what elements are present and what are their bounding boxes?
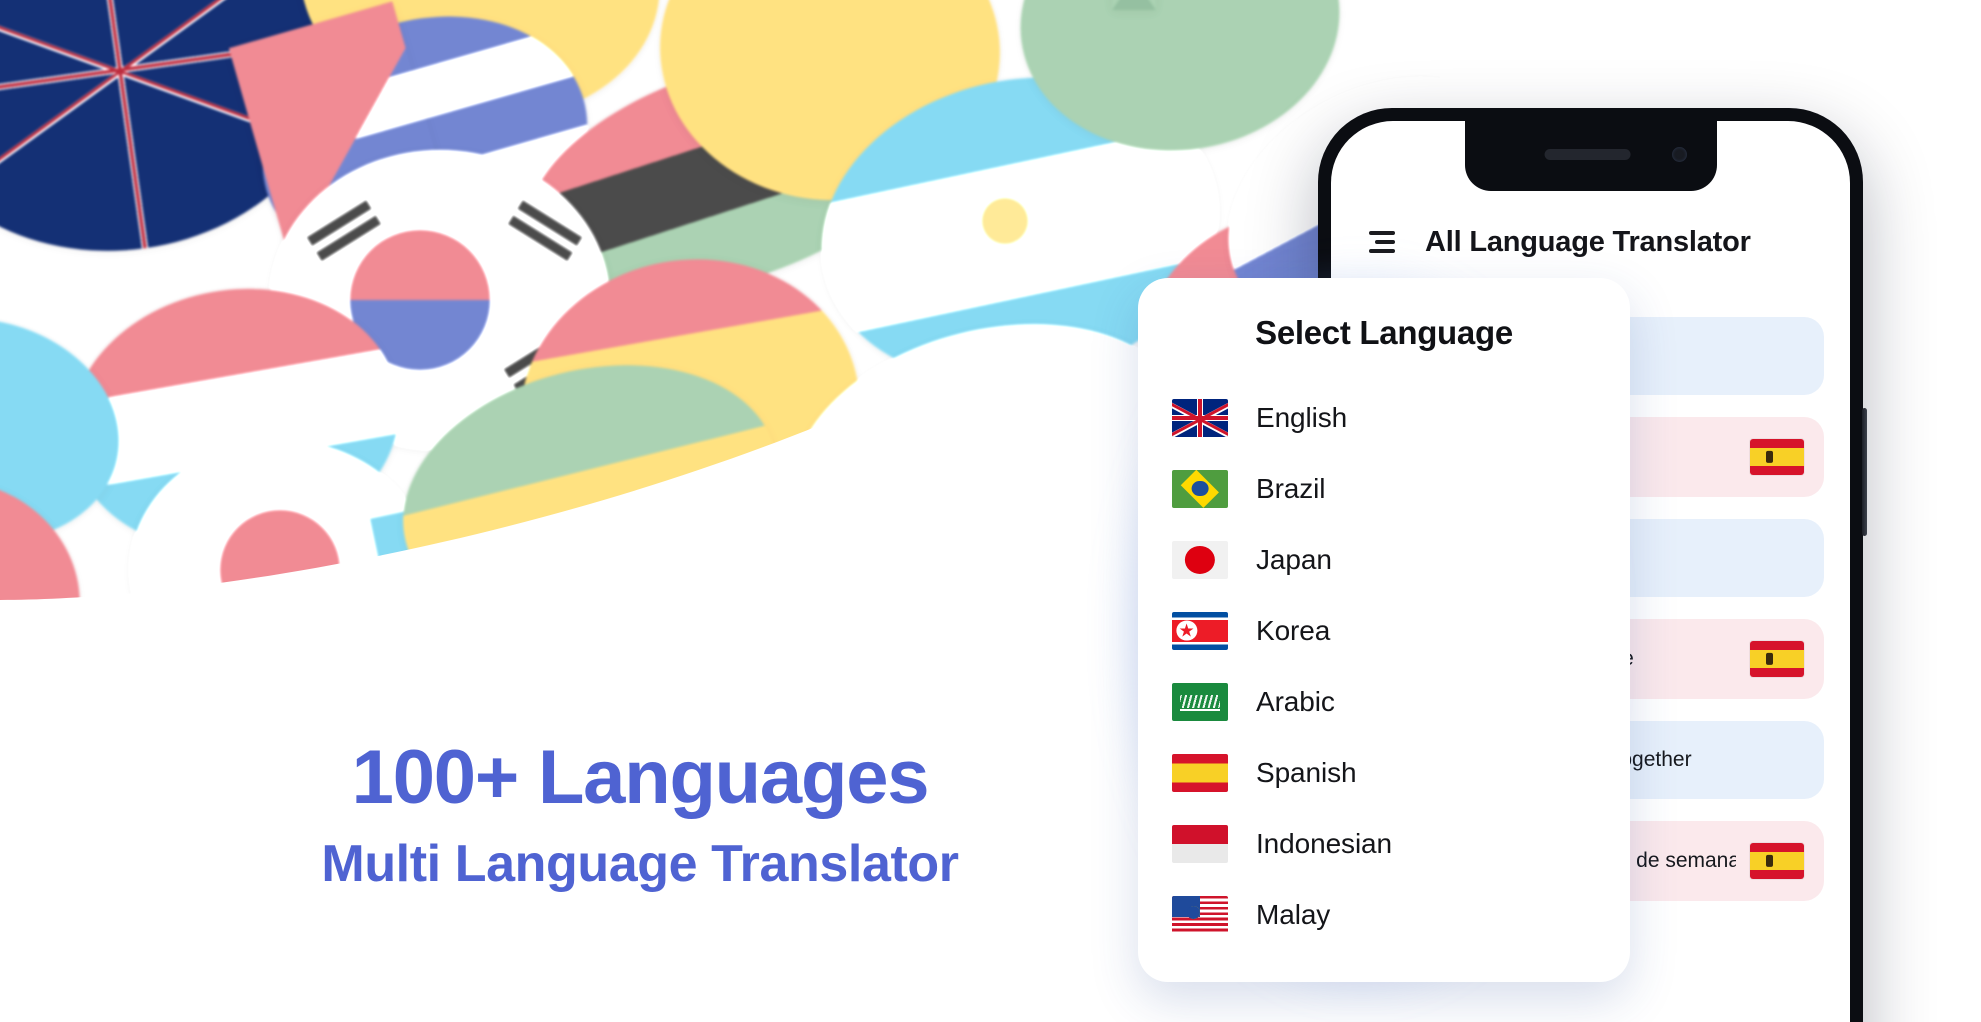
language-label: Indonesian [1256,827,1393,859]
saudi-arabia-flag-icon [1172,682,1228,721]
headline-secondary: Multi Language Translator [321,834,959,893]
language-label: Brazil [1256,472,1326,504]
dialog-title: Select Language [1255,314,1513,351]
headline-block: 100+ Languages Multi Language Translator [0,736,1280,894]
spain-flag-icon [1750,439,1804,475]
language-label: English [1256,401,1348,433]
speaker-grill [1544,149,1631,160]
hamburger-menu-icon[interactable] [1365,231,1395,253]
language-label: Japan [1256,543,1332,575]
power-button[interactable] [1862,408,1867,536]
language-option-english[interactable]: English [1172,382,1630,453]
language-label: Spanish [1256,756,1357,788]
language-option-indonesian[interactable]: Indonesian [1172,808,1630,879]
japan-flag-icon [1172,540,1228,579]
app-title: All Language Translator [1425,225,1751,258]
select-language-dialog: Select Language English Brazil Japan ★ K… [1138,278,1630,982]
headline-primary: 100+ Languages [351,735,930,820]
malaysia-flag-icon [1172,895,1228,934]
language-option-japan[interactable]: Japan [1172,524,1630,595]
language-option-arabic[interactable]: Arabic [1172,666,1630,737]
north-korea-flag-icon: ★ [1172,611,1228,650]
language-option-spanish[interactable]: Spanish [1172,737,1630,808]
united-kingdom-flag-icon [1172,398,1228,437]
phone-notch [1464,121,1717,191]
promo-banner: 100+ Languages Multi Language Translator… [0,0,1981,1022]
spain-flag-icon [1750,843,1804,879]
language-option-korea[interactable]: ★ Korea [1172,595,1630,666]
spain-flag-icon [1172,753,1228,792]
language-label: Arabic [1256,685,1335,717]
indonesia-flag-icon [1172,824,1228,863]
front-camera-icon [1671,147,1687,162]
language-label: Korea [1256,614,1331,646]
language-option-brazil[interactable]: Brazil [1172,453,1630,524]
language-label: Malay [1256,898,1331,930]
language-option-malay[interactable]: Malay [1172,879,1630,950]
language-list: English Brazil Japan ★ Korea Arabic Span… [1138,382,1630,950]
spain-flag-icon [1750,641,1804,677]
brazil-flag-icon [1172,469,1228,508]
